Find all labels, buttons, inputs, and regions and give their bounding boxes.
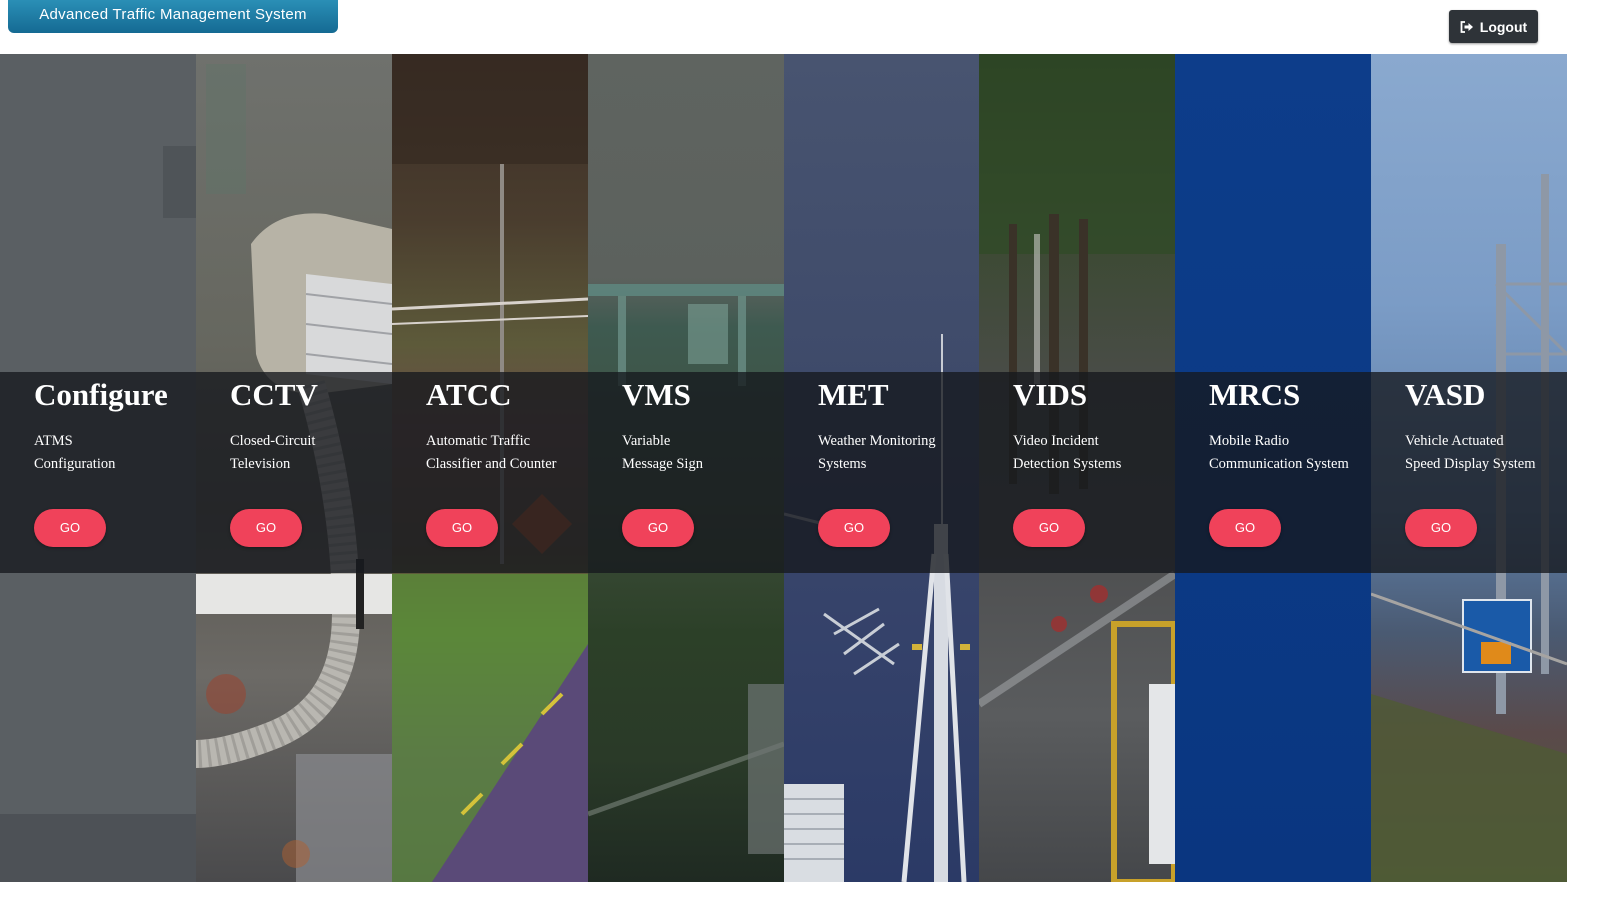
module-configure: Configure ATMS Configuration GO (0, 54, 196, 882)
module-description: ATMS Configuration (34, 433, 116, 472)
module-vasd: VASD Vehicle Actuated Speed Display Syst… (1371, 54, 1567, 882)
module-title: VASD (1405, 377, 1486, 412)
module-vids: VIDS Video Incident Detection Systems GO (979, 54, 1175, 882)
module-description: Closed-Circuit Television (230, 433, 316, 472)
go-button-cctv[interactable]: GO (230, 509, 302, 547)
page-margin (1568, 54, 1600, 882)
module-cctv: CCTV Closed-Circuit Television GO (196, 54, 392, 882)
module-title: VMS (622, 377, 691, 412)
module-met: MET Weather Monitoring Systems GO (784, 54, 980, 882)
module-title: CCTV (230, 377, 318, 412)
module-mrcs: MRCS Mobile Radio Communication System G… (1175, 54, 1371, 882)
module-title: MET (818, 377, 889, 412)
module-description: Vehicle Actuated Speed Display System (1405, 433, 1536, 472)
module-description: Automatic Traffic Classifier and Counter (426, 433, 557, 472)
module-title: MRCS (1209, 377, 1301, 412)
go-button-met[interactable]: GO (818, 509, 890, 547)
logout-label: Logout (1479, 18, 1528, 35)
module-description: Variable Message Sign (622, 433, 703, 472)
module-description: Mobile Radio Communication System (1209, 433, 1349, 472)
module-columns: Configure ATMS Configuration GO CCTV Clo… (0, 54, 1568, 882)
go-button-vids[interactable]: GO (1013, 509, 1085, 547)
module-description: Video Incident Detection Systems (1013, 433, 1122, 472)
sign-out-icon (1460, 20, 1474, 33)
module-title: ATCC (426, 377, 512, 412)
go-button-vasd[interactable]: GO (1405, 509, 1477, 547)
module-title: VIDS (1013, 377, 1088, 412)
go-button-mrcs[interactable]: GO (1209, 509, 1281, 547)
go-button-configure[interactable]: GO (34, 509, 106, 547)
module-title: Configure (34, 377, 168, 412)
app-title: Advanced Traffic Management System (8, 0, 338, 33)
go-button-atcc[interactable]: GO (426, 509, 498, 547)
logout-button[interactable]: Logout (1449, 10, 1538, 43)
go-button-vms[interactable]: GO (622, 509, 694, 547)
top-bar: Advanced Traffic Management System Logou… (0, 0, 1600, 55)
module-atcc: ATCC Automatic Traffic Classifier and Co… (392, 54, 588, 882)
module-description: Weather Monitoring Systems (818, 433, 936, 472)
module-vms: VMS Variable Message Sign GO (588, 54, 784, 882)
